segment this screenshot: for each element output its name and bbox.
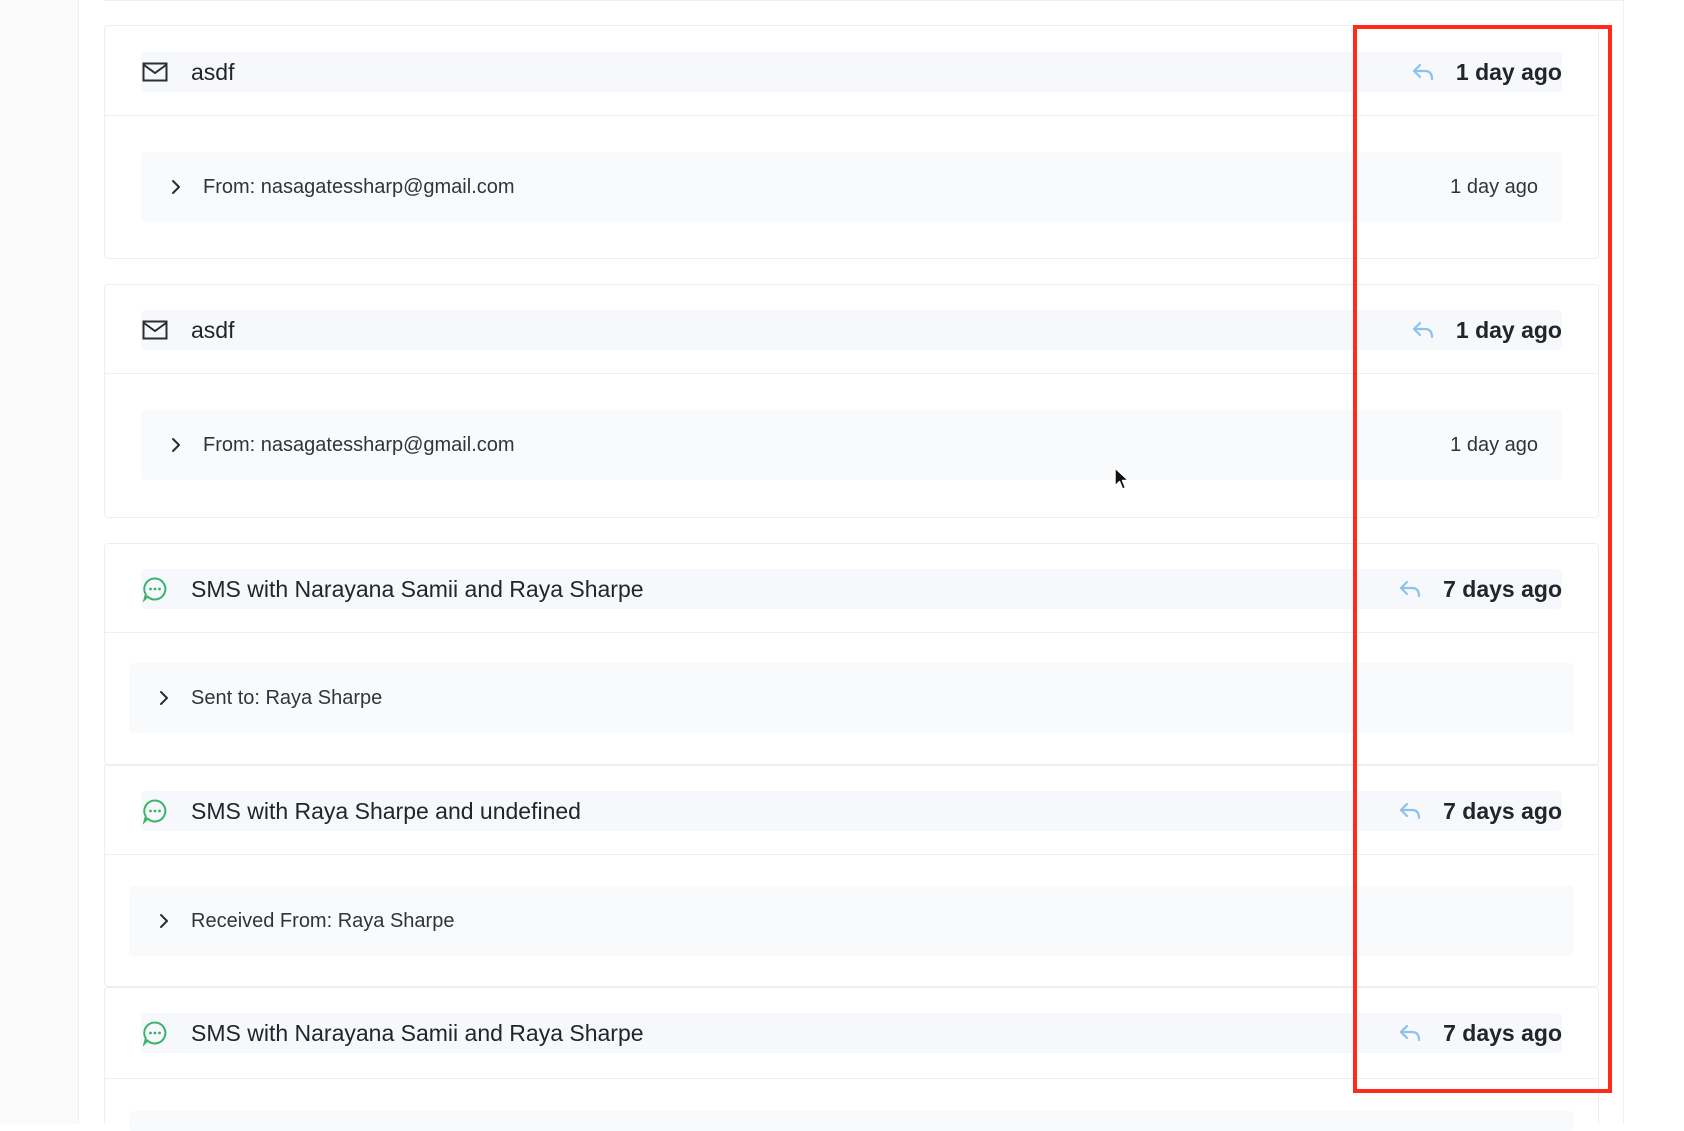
message-row[interactable]: From: nasagatessharp@gmail.com 1 day ago <box>141 152 1562 222</box>
mouse-cursor-icon <box>1113 466 1133 492</box>
activity-header[interactable]: SMS with Narayana Samii and Raya Sharpe … <box>141 569 1562 609</box>
activity-header[interactable]: asdf 1 day ago <box>141 310 1562 350</box>
chevron-right-icon[interactable] <box>155 689 173 707</box>
message-row[interactable] <box>129 1111 1574 1131</box>
message-sender: Received From: Raya Sharpe <box>191 909 455 932</box>
envelope-icon <box>141 60 169 84</box>
highlight-box <box>1353 25 1612 1093</box>
top-divider <box>104 0 1624 1</box>
activity-title: SMS with Raya Sharpe and undefined <box>191 797 581 824</box>
envelope-icon <box>141 318 169 342</box>
activity-header[interactable]: SMS with Narayana Samii and Raya Sharpe … <box>141 1013 1562 1053</box>
message-row[interactable]: From: nasagatessharp@gmail.com 1 day ago <box>141 410 1562 480</box>
message-from: From: nasagatessharp@gmail.com <box>203 433 515 456</box>
activity-title: SMS with Narayana Samii and Raya Sharpe <box>191 1019 644 1046</box>
activity-header[interactable]: asdf 1 day ago <box>141 52 1562 92</box>
message-recipient: Sent to: Raya Sharpe <box>191 686 383 709</box>
chevron-right-icon[interactable] <box>155 912 173 930</box>
left-gutter <box>0 0 79 1124</box>
activity-title: asdf <box>191 58 235 85</box>
chat-bubble-icon <box>141 1021 169 1046</box>
chat-bubble-icon <box>141 799 169 824</box>
activity-header[interactable]: SMS with Raya Sharpe and undefined 7 day… <box>141 791 1562 831</box>
right-gutter <box>1623 0 1684 1124</box>
activity-title: asdf <box>191 316 235 343</box>
chat-bubble-icon <box>141 577 169 602</box>
chevron-right-icon[interactable] <box>167 178 185 196</box>
chevron-right-icon[interactable] <box>167 436 185 454</box>
message-from: From: nasagatessharp@gmail.com <box>203 175 515 198</box>
activity-title: SMS with Narayana Samii and Raya Sharpe <box>191 575 644 602</box>
